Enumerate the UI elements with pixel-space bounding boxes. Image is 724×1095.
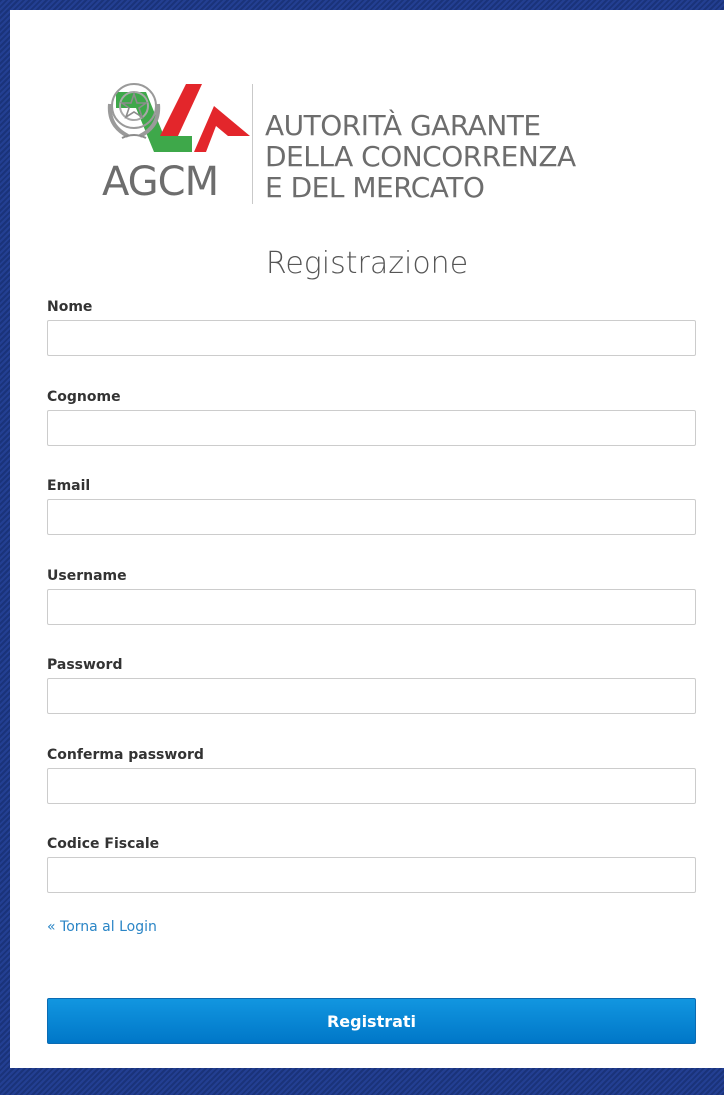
fiscal-code-field-group: Codice Fiscale: [47, 835, 696, 893]
email-input[interactable]: [47, 499, 696, 535]
username-field-group: Username: [47, 567, 696, 625]
name-field-group: Nome: [47, 298, 696, 356]
page-title: Registrazione: [265, 246, 469, 281]
logo-divider: [252, 84, 253, 204]
username-label: Username: [47, 568, 127, 584]
confirm-password-field-group: Conferma password: [47, 746, 696, 804]
password-input[interactable]: [47, 678, 696, 714]
confirm-password-label: Conferma password: [47, 747, 204, 763]
confirm-password-input[interactable]: [47, 768, 696, 804]
logo-line-3: E DEL MERCATO: [265, 171, 485, 204]
surname-input[interactable]: [47, 410, 696, 446]
logo-abbreviation: AGCM: [102, 159, 219, 205]
logo-line-1: AUTORITÀ GARANTE: [265, 109, 541, 142]
registration-card: AGCM AUTORITÀ GARANTE DELLA CONCORRENZA …: [10, 10, 724, 1068]
logo-line-2: DELLA CONCORRENZA: [265, 140, 576, 173]
name-input[interactable]: [47, 320, 696, 356]
agcm-logo: AGCM AUTORITÀ GARANTE DELLA CONCORRENZA …: [102, 74, 662, 214]
italian-republic-emblem-icon: [107, 83, 161, 139]
email-label: Email: [47, 478, 91, 494]
register-button[interactable]: Registrati: [47, 998, 696, 1044]
surname-label: Cognome: [47, 389, 121, 405]
surname-field-group: Cognome: [47, 388, 696, 446]
name-label: Nome: [47, 299, 93, 315]
password-label: Password: [47, 657, 123, 673]
password-field-group: Password: [47, 656, 696, 714]
logo-name: AUTORITÀ GARANTE DELLA CONCORRENZA E DEL…: [265, 110, 576, 203]
fiscal-code-label: Codice Fiscale: [47, 836, 160, 852]
email-field-group: Email: [47, 477, 696, 535]
back-to-login-link[interactable]: « Torna al Login: [47, 919, 157, 935]
fiscal-code-input[interactable]: [47, 857, 696, 893]
username-input[interactable]: [47, 589, 696, 625]
